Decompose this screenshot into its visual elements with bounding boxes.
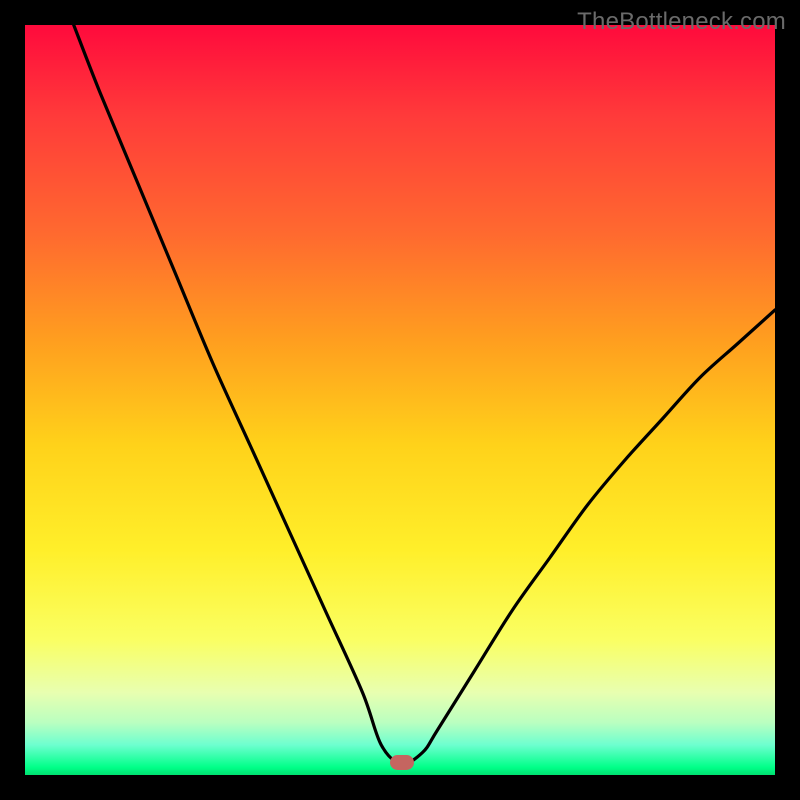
chart-container: TheBottleneck.com xyxy=(0,0,800,800)
bottleneck-curve xyxy=(25,25,775,775)
optimal-point-marker xyxy=(390,755,414,770)
curve-path xyxy=(74,25,775,764)
watermark-text: TheBottleneck.com xyxy=(577,8,786,36)
